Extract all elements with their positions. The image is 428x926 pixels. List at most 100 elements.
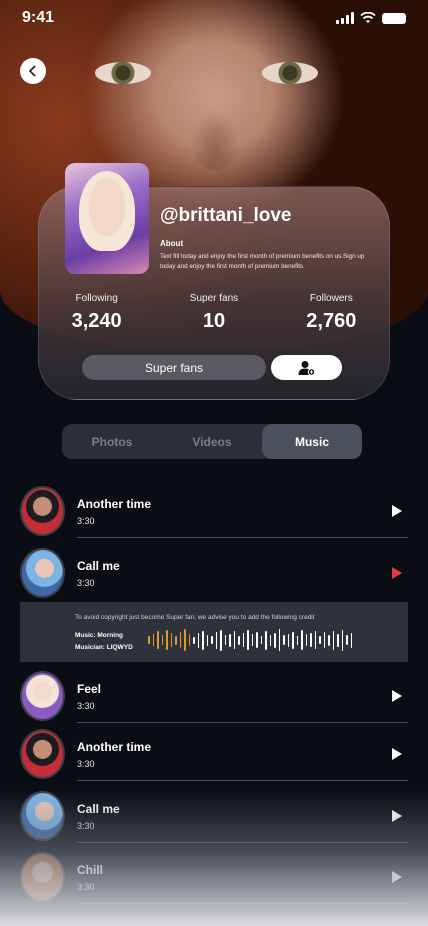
profile-username: @brittani_love xyxy=(160,205,292,226)
waveform-bar xyxy=(301,630,303,650)
waveform-bar xyxy=(341,629,343,651)
divider xyxy=(77,842,408,843)
waveform-bar xyxy=(269,634,271,646)
waveform-bar xyxy=(314,631,316,649)
waveform-bar xyxy=(296,635,298,645)
waveform-bar xyxy=(170,633,172,647)
waveform-bar xyxy=(323,632,325,648)
waveform-bar xyxy=(197,632,199,648)
media-tabs: Photos Videos Music xyxy=(62,424,362,459)
play-icon[interactable] xyxy=(392,871,402,883)
play-icon[interactable] xyxy=(392,810,402,822)
stat-super-fans[interactable]: Super fans 10 xyxy=(155,293,272,333)
add-user-icon xyxy=(298,360,315,376)
track-name: Another time xyxy=(77,497,152,511)
waveform-bar xyxy=(251,634,253,646)
status-icons xyxy=(336,12,406,24)
waveform-bar xyxy=(202,630,204,650)
waveform-bar xyxy=(310,633,312,647)
waveform-bar xyxy=(206,634,208,646)
credit-musician: Musician: LIQWYD xyxy=(75,644,133,651)
back-button[interactable] xyxy=(20,58,46,84)
about-text: Text fill today and enjoy the first mont… xyxy=(160,253,365,270)
status-time: 9:41 xyxy=(22,9,55,26)
battery-icon xyxy=(382,12,406,24)
track-duration: 3:30 xyxy=(77,882,95,892)
track-item[interactable]: Call me 3:30 xyxy=(20,547,408,602)
cover-eye-right xyxy=(262,62,318,84)
waveform-bar xyxy=(161,635,163,645)
track-name: Chill xyxy=(77,863,103,877)
waveform-bar xyxy=(332,630,334,650)
play-icon[interactable] xyxy=(392,748,402,760)
stat-followers[interactable]: Followers 2,760 xyxy=(273,293,390,333)
credit-note: To avoid copyright just become Super fan… xyxy=(75,614,315,621)
waveform-bar xyxy=(337,633,339,647)
waveform-bar xyxy=(346,635,348,645)
waveform-bar xyxy=(242,633,244,647)
status-bar: 9:41 xyxy=(0,0,428,36)
play-icon[interactable] xyxy=(392,505,402,517)
track-name: Call me xyxy=(77,802,120,816)
track-thumbnail xyxy=(20,729,65,779)
credit-panel: To avoid copyright just become Super fan… xyxy=(20,602,408,662)
waveform-bar xyxy=(148,636,150,644)
waveform-bar xyxy=(224,635,226,645)
track-duration: 3:30 xyxy=(77,821,95,831)
waveform-bar xyxy=(188,634,190,646)
profile-stats: Following 3,240 Super fans 10 Followers … xyxy=(38,293,390,333)
play-icon-active[interactable] xyxy=(392,567,402,579)
waveform-bar xyxy=(292,631,294,649)
tab-videos[interactable]: Videos xyxy=(162,424,262,459)
waveform-bar xyxy=(260,636,262,644)
divider xyxy=(77,722,408,723)
divider xyxy=(77,537,408,538)
signal-icon xyxy=(336,12,354,24)
stat-value: 10 xyxy=(202,310,226,332)
waveform-bar xyxy=(274,632,276,648)
waveform-bar xyxy=(184,629,186,651)
profile-avatar[interactable] xyxy=(65,163,149,274)
waveform-bar xyxy=(215,631,217,649)
stat-value: 2,760 xyxy=(306,310,357,332)
waveform-bar xyxy=(287,633,289,647)
track-item[interactable]: Chill 3:30 xyxy=(20,851,408,906)
track-item[interactable]: Another time 3:30 xyxy=(20,485,408,540)
waveform-bar xyxy=(319,636,321,644)
track-item[interactable]: Call me 3:30 xyxy=(20,790,408,845)
tab-photos[interactable]: Photos xyxy=(62,424,162,459)
audio-waveform[interactable] xyxy=(148,628,406,652)
cover-nose xyxy=(190,110,240,170)
stat-label: Super fans xyxy=(189,293,239,304)
track-thumbnail xyxy=(20,548,65,598)
super-fans-button[interactable]: Super fans xyxy=(82,355,266,380)
track-name: Feel xyxy=(77,682,102,696)
track-item[interactable]: Feel 3:30 xyxy=(20,670,408,725)
play-icon[interactable] xyxy=(392,690,402,702)
track-item[interactable]: Another time 3:30 xyxy=(20,728,408,783)
waveform-bar xyxy=(238,635,240,645)
waveform-bar xyxy=(256,632,258,648)
track-name: Call me xyxy=(77,559,120,573)
waveform-bar xyxy=(152,634,154,646)
chevron-left-icon xyxy=(28,65,36,77)
waveform-bar xyxy=(283,635,285,645)
waveform-bar xyxy=(157,631,159,649)
track-name: Another time xyxy=(77,740,152,754)
wifi-icon xyxy=(360,12,376,23)
stat-following[interactable]: Following 3,240 xyxy=(38,293,155,333)
waveform-bar xyxy=(328,634,330,646)
track-thumbnail xyxy=(20,486,65,536)
waveform-bar xyxy=(220,629,222,651)
waveform-bar xyxy=(175,635,177,645)
track-thumbnail xyxy=(20,791,65,841)
waveform-bar xyxy=(278,629,280,651)
tab-music[interactable]: Music xyxy=(262,424,362,459)
track-duration: 3:30 xyxy=(77,759,95,769)
track-duration: 3:30 xyxy=(77,701,95,711)
waveform-bar xyxy=(305,634,307,646)
cover-eye-left xyxy=(95,62,151,84)
track-duration: 3:30 xyxy=(77,578,95,588)
waveform-bar xyxy=(247,630,249,650)
add-user-button[interactable] xyxy=(271,355,342,380)
